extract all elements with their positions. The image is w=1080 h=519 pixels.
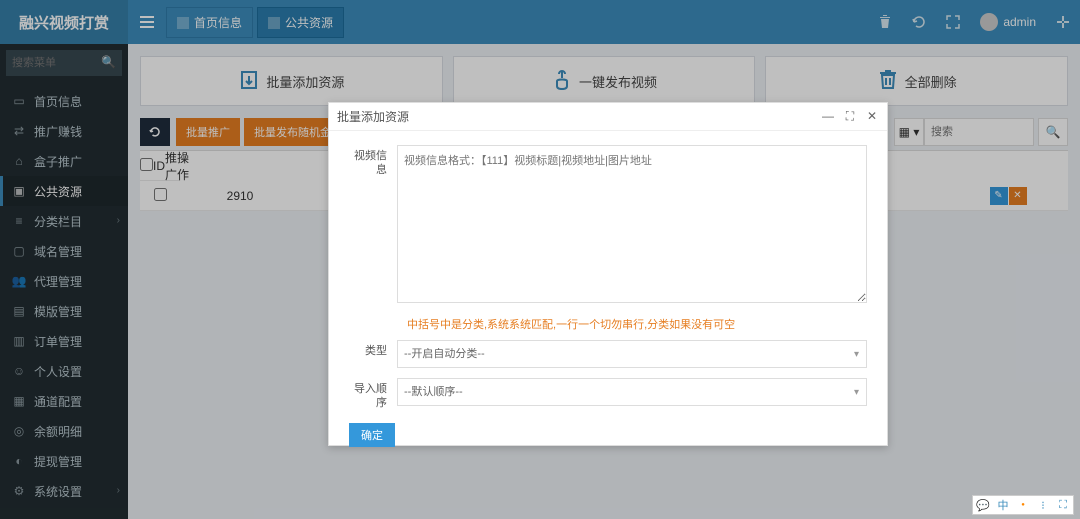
order-select[interactable]: --默认顺序--: [397, 378, 867, 406]
ime-menu-icon[interactable]: ⁝: [1033, 499, 1053, 512]
close-icon[interactable]: ✕: [865, 109, 879, 124]
modal-footer: 确定: [329, 423, 887, 445]
batch-add-modal: 批量添加资源 — ⛶ ✕ 视频信息 中括号中是分类,系统系统匹配,一行一个切勿串…: [328, 102, 888, 446]
label-video-info: 视频信息: [349, 145, 397, 306]
type-select[interactable]: --开启自动分类--: [397, 340, 867, 368]
label-order: 导入顺序: [349, 378, 397, 411]
window-controls: — ⛶ ✕: [821, 109, 879, 124]
form-hint: 中括号中是分类,系统系统匹配,一行一个切勿串行,分类如果没有可空: [407, 316, 867, 332]
modal-header[interactable]: 批量添加资源 — ⛶ ✕: [329, 103, 887, 131]
ime-dot-icon[interactable]: ●: [1013, 502, 1033, 508]
minimize-icon[interactable]: —: [821, 109, 835, 124]
label-type: 类型: [349, 340, 397, 368]
ime-expand-icon[interactable]: ⛶: [1053, 499, 1073, 512]
modal-body: 视频信息 中括号中是分类,系统系统匹配,一行一个切勿串行,分类如果没有可空 类型…: [329, 131, 887, 423]
ime-toolbar[interactable]: 💬 中 ● ⁝ ⛶: [972, 495, 1074, 515]
maximize-icon[interactable]: ⛶: [843, 109, 857, 124]
submit-button[interactable]: 确定: [349, 423, 395, 447]
video-info-textarea[interactable]: [397, 145, 867, 303]
ime-bubble-icon[interactable]: 💬: [973, 499, 993, 512]
modal-title: 批量添加资源: [337, 108, 409, 125]
ime-lang[interactable]: 中: [993, 497, 1013, 513]
